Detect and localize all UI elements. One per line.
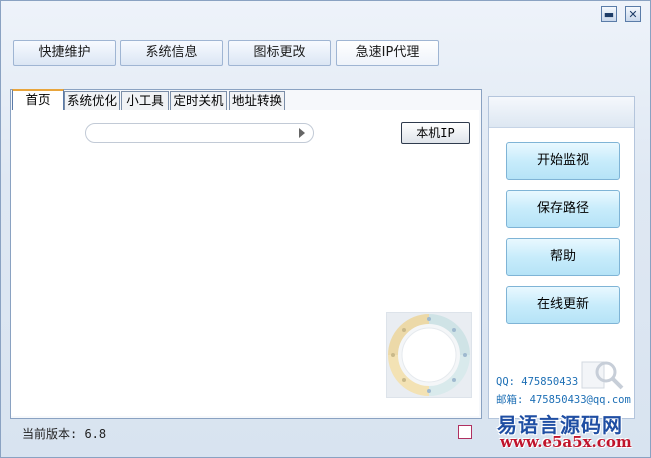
address-combobox[interactable] bbox=[85, 123, 314, 143]
go-arrow-icon[interactable] bbox=[299, 128, 305, 138]
spinner-ring-icon bbox=[388, 314, 470, 396]
save-path-button[interactable]: 保存路径 bbox=[506, 190, 620, 228]
version-label: 当前版本: 6.8 bbox=[22, 427, 107, 441]
online-update-button[interactable]: 在线更新 bbox=[506, 286, 620, 324]
start-monitor-button[interactable]: 开始监视 bbox=[506, 142, 620, 180]
tab-home[interactable]: 首页 bbox=[12, 89, 64, 111]
tab-address-convert[interactable]: 地址转换 bbox=[229, 91, 285, 110]
side-panel-header bbox=[489, 97, 634, 128]
ip-proxy-button[interactable]: 急速IP代理 bbox=[336, 40, 439, 66]
help-button[interactable]: 帮助 bbox=[506, 238, 620, 276]
qq-label: QQ: 475850433 bbox=[496, 376, 579, 388]
tab-scheduled-shutdown[interactable]: 定时关机 bbox=[170, 91, 227, 110]
tab-tools[interactable]: 小工具 bbox=[121, 91, 169, 110]
magnifier-icon bbox=[581, 361, 624, 390]
title-bar: ▬ ✕ bbox=[1, 1, 650, 27]
address-input[interactable] bbox=[94, 126, 298, 142]
minimize-icon: ▬ bbox=[603, 8, 615, 21]
local-ip-button[interactable]: 本机IP bbox=[401, 122, 470, 144]
system-info-button[interactable]: 系统信息 bbox=[120, 40, 223, 66]
minimize-button[interactable]: ▬ bbox=[601, 6, 617, 22]
close-button[interactable]: ✕ bbox=[625, 6, 641, 22]
icon-change-button[interactable]: 图标更改 bbox=[228, 40, 331, 66]
status-checkbox[interactable] bbox=[458, 425, 472, 439]
quick-maintenance-button[interactable]: 快捷维护 bbox=[13, 40, 116, 66]
watermark-url: www.e5a5x.com bbox=[500, 433, 632, 451]
tab-system-optimize[interactable]: 系统优化 bbox=[64, 91, 120, 110]
close-icon: ✕ bbox=[628, 8, 638, 21]
email-label: 邮箱: 475850433@qq.com bbox=[496, 394, 631, 406]
loading-spinner bbox=[386, 312, 472, 398]
